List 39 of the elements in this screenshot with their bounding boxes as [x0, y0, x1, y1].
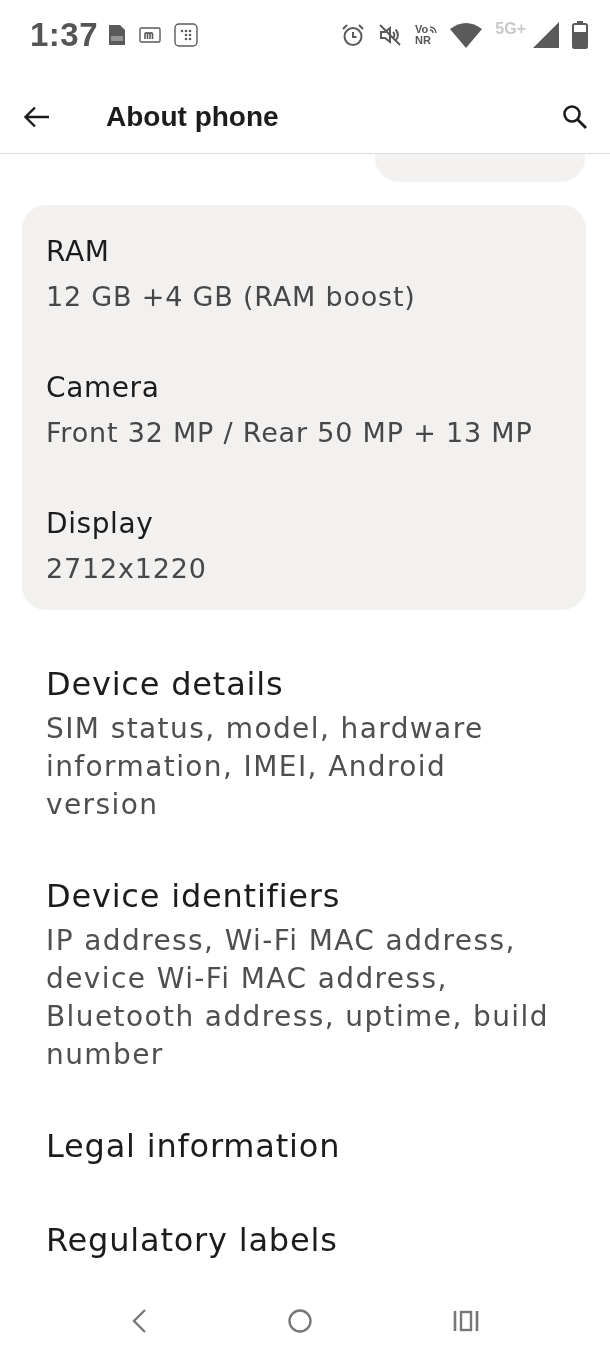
spec-value: Front 32 MP / Rear 50 MP + 13 MP [46, 416, 534, 450]
page-title: About phone [106, 100, 279, 133]
status-time: 1:37 [30, 16, 99, 54]
entry-title: Device details [46, 664, 285, 705]
document-icon [108, 24, 127, 46]
spec-value: 2712x1220 [46, 552, 208, 586]
alarm-icon [341, 23, 366, 47]
settings-entry[interactable]: Device identifiers IP address, Wi-Fi MAC address, device Wi-Fi MAC address, Bluetooth address, uptime, build number [0, 848, 610, 1098]
entry-summary: SIM status, model, hardware information, IMEI, Android version [46, 711, 485, 823]
signal-icon [533, 22, 559, 48]
back-arrow-icon [24, 105, 50, 128]
recent-apps-button[interactable] [453, 1310, 479, 1332]
vonr-label: Vo [415, 24, 429, 35]
battery-icon [572, 21, 588, 49]
wifi-icon [450, 22, 483, 48]
settings-entry[interactable]: Device details SIM status, model, hardware information, IMEI, Android version [0, 636, 610, 848]
nav-back-button[interactable] [131, 1308, 147, 1334]
entry-title: Legal information [46, 1126, 342, 1167]
spec-label: Display [46, 506, 155, 542]
back-button[interactable] [24, 105, 50, 128]
spec-value: 12 GB +4 GB (RAM boost) [46, 280, 417, 314]
chevron-left-icon [131, 1308, 147, 1334]
app-notification-icon [139, 26, 162, 44]
entry-summary: IP address, Wi-Fi MAC address, device Wi-Fi MAC address, Bluetooth address, uptime, build number [46, 923, 550, 1073]
entry-title: Regulatory labels [46, 1220, 339, 1261]
vonr-label: NR [415, 35, 431, 46]
entry-title: Device identifiers [46, 876, 342, 917]
spec-label: Camera [46, 370, 161, 406]
circle-icon [287, 1308, 313, 1334]
spec-label: RAM [46, 234, 111, 270]
search-icon [562, 103, 588, 130]
settings-entry[interactable]: Regulatory labels [0, 1192, 610, 1286]
keypad-icon [174, 23, 199, 47]
settings-entry[interactable]: Legal information [0, 1098, 610, 1192]
home-button[interactable] [287, 1308, 313, 1334]
recent-apps-icon [453, 1310, 479, 1332]
call-wave-icon [429, 25, 438, 34]
search-button[interactable] [562, 103, 588, 130]
muted-speaker-icon [378, 23, 403, 47]
